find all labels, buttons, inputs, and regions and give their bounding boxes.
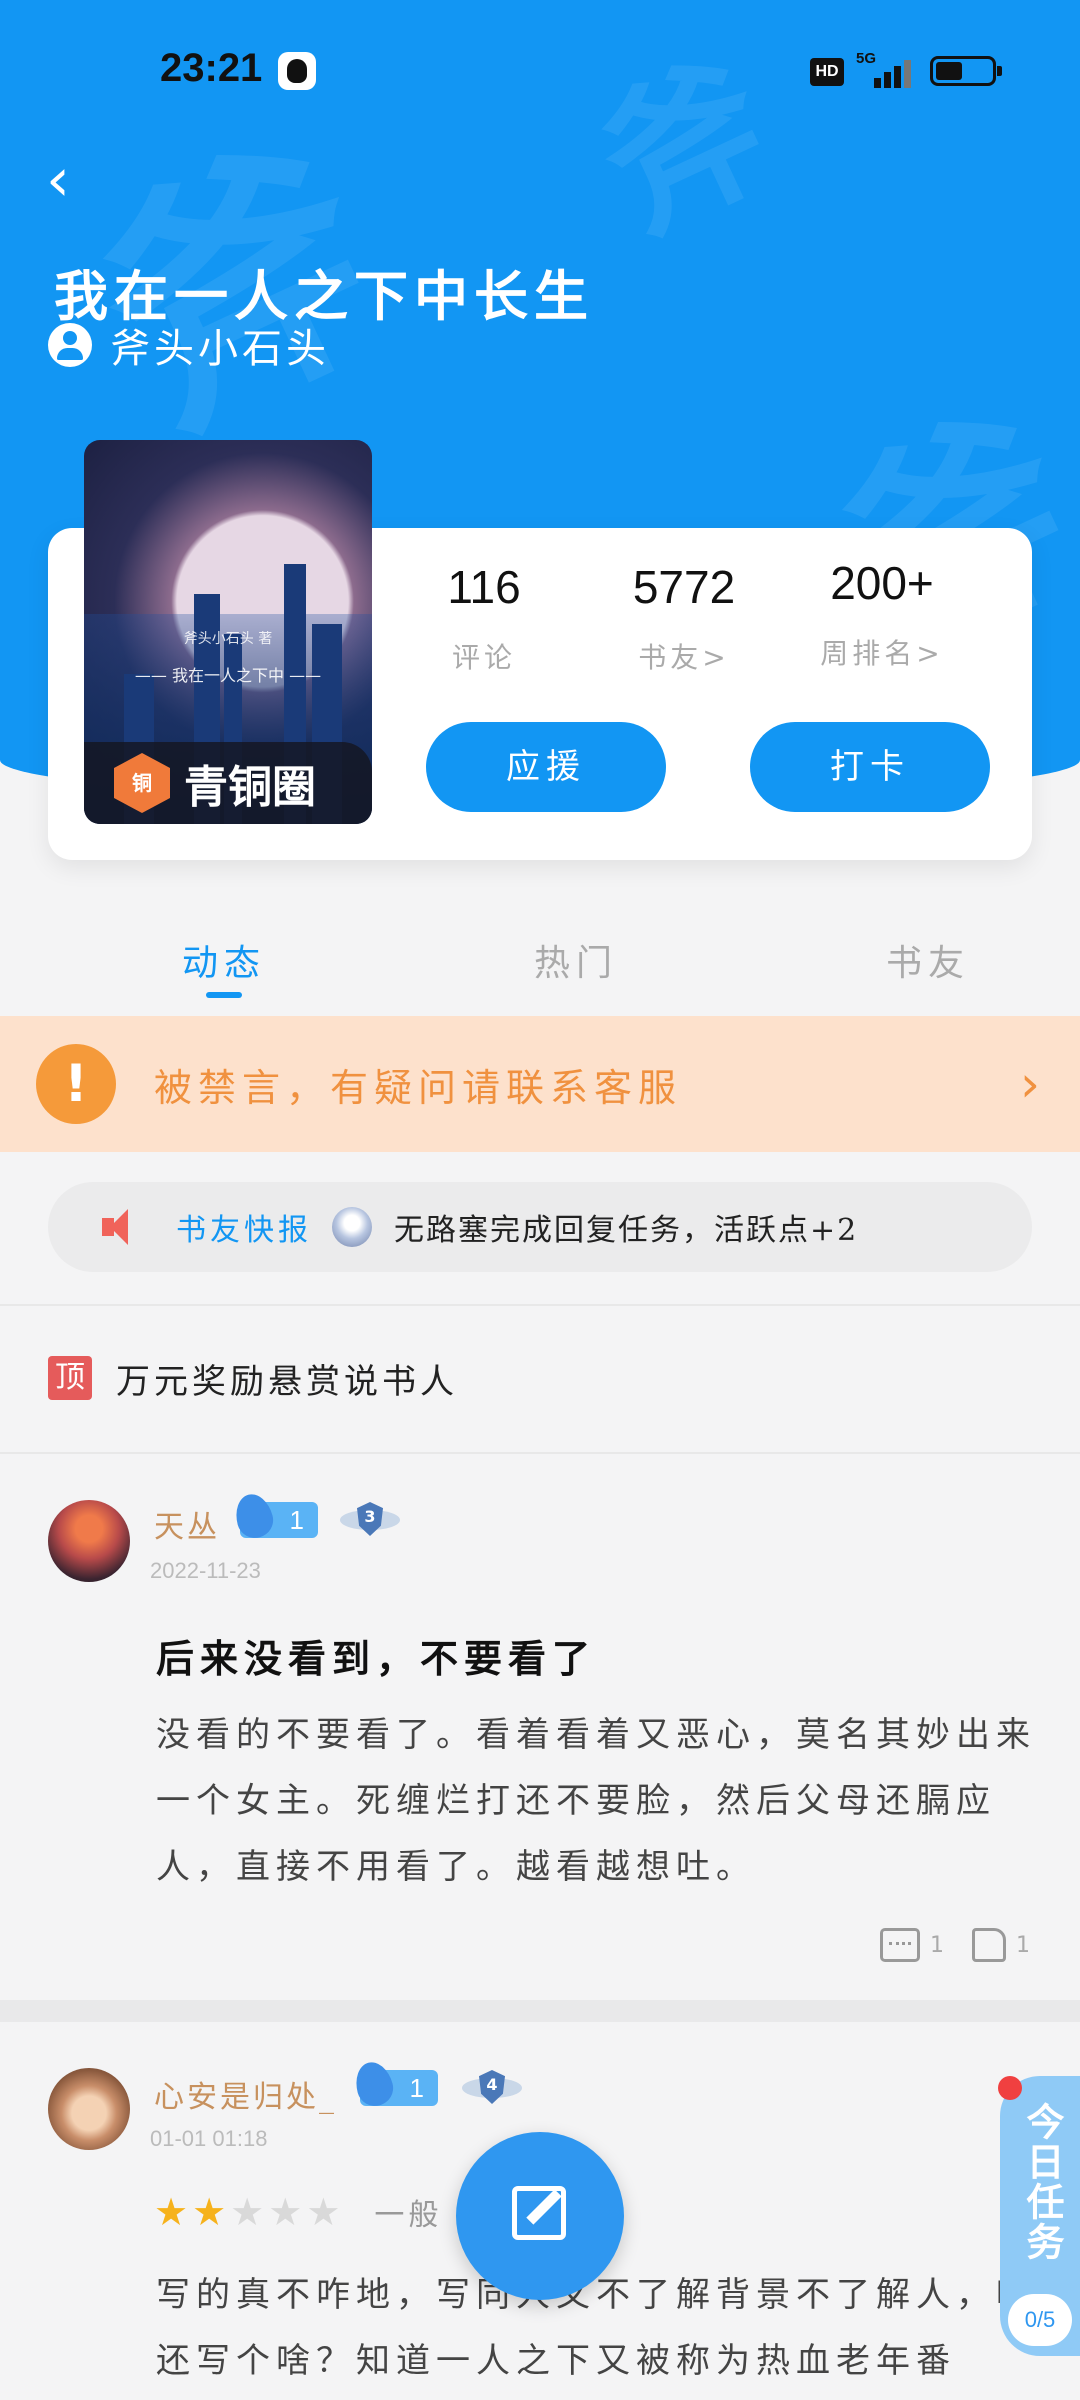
compose-button[interactable] <box>456 2132 624 2300</box>
news-text: 无路塞完成回复任务，活跃点+2 <box>394 1213 859 1248</box>
stat-label: 周排名> <box>820 637 944 670</box>
chevron-right-icon: › <box>1020 1055 1040 1113</box>
tab-bar: 动态 热门 书友 <box>0 920 1080 1020</box>
daily-task-label: 今日任务 <box>1020 2102 1064 2262</box>
stat-comments[interactable]: 116 评论 <box>384 560 584 676</box>
circle-badge[interactable]: 铜 青铜圈 <box>84 742 372 824</box>
comment-count: 1 <box>930 1932 944 1958</box>
qq-notification-icon <box>278 52 316 90</box>
rating-stars: ★ ★ ★ ★ ★ 一般 <box>154 2190 442 2234</box>
ban-notice[interactable]: ! 被禁言，有疑问请联系客服 › <box>0 1016 1080 1152</box>
avatar <box>332 1207 372 1247</box>
like-count: 1 <box>1016 1932 1030 1958</box>
stat-label: 评论 <box>451 641 516 674</box>
daily-task-count: 0/5 <box>1008 2294 1072 2346</box>
fire-level-badge: 1 <box>360 2070 438 2106</box>
battery-icon <box>930 56 1002 86</box>
notification-dot <box>998 2076 1022 2100</box>
stat-value: 116 <box>447 561 521 613</box>
status-time: 23:21 <box>160 46 263 90</box>
ban-notice-text: 被禁言，有疑问请联系客服 <box>154 1065 683 1110</box>
post-title[interactable]: 后来没看到，不要看了 <box>156 1628 596 1683</box>
post-body[interactable]: 写的真不咋地，写同人又不了解背景不了解人，哪还写个啥？知道一人之下又被称为热血老… <box>156 2262 1036 2394</box>
star-icon: ★ <box>230 2190 265 2234</box>
username[interactable]: 心安是归处_ <box>154 2072 337 2116</box>
rating-label: 一般 <box>374 2198 443 2233</box>
comment-icon[interactable] <box>880 1928 920 1962</box>
bronze-medal-icon: 铜 <box>114 753 170 813</box>
stat-weekly-rank[interactable]: 200+ 周排名> <box>782 556 982 672</box>
stat-book-friends[interactable]: 5772 书友> <box>584 560 784 676</box>
username[interactable]: 天丛 <box>154 1502 220 1546</box>
shield-level: 4 <box>479 2070 505 2104</box>
shield-level: 3 <box>357 1502 383 1536</box>
stat-value: 200+ <box>830 557 934 609</box>
tab-hot[interactable]: 热门 <box>476 934 676 986</box>
user-icon <box>48 323 92 367</box>
star-icon: ★ <box>268 2190 303 2234</box>
tab-indicator <box>206 992 242 998</box>
stat-label: 书友> <box>638 641 730 674</box>
tab-activity[interactable]: 动态 <box>124 934 324 986</box>
support-button[interactable]: 应援 <box>426 722 666 812</box>
avatar[interactable] <box>48 1500 130 1582</box>
stat-value: 5772 <box>632 561 736 613</box>
thumbs-up-icon[interactable] <box>972 1928 1006 1962</box>
author-link[interactable]: 斧头小石头 <box>48 320 330 372</box>
divider <box>0 1452 1080 1454</box>
pinned-tag: 顶 <box>48 1356 92 1400</box>
level-shield-icon: 4 <box>462 2068 522 2108</box>
news-tag: 书友快报 <box>176 1213 312 1248</box>
news-ticker[interactable]: 书友快报 无路塞完成回复任务，活跃点+2 <box>48 1182 1032 1272</box>
checkin-button[interactable]: 打卡 <box>750 722 990 812</box>
star-icon: ★ <box>192 2190 227 2234</box>
network-label: 5G <box>856 50 877 67</box>
level-shield-icon: 3 <box>340 1500 400 1540</box>
hd-icon: HD <box>810 58 844 86</box>
warning-icon: ! <box>36 1044 116 1124</box>
author-name: 斧头小石头 <box>110 326 330 372</box>
status-bar: 23:21 HD 5G <box>0 0 1080 140</box>
post-actions: 1 1 <box>880 1920 1030 1970</box>
chevron-left-icon[interactable]: ‹ <box>46 150 86 210</box>
pinned-post[interactable]: 顶 万元奖励悬赏说书人 <box>48 1354 458 1402</box>
star-icon: ★ <box>154 2190 189 2234</box>
post-date: 2022-11-23 <box>150 1558 261 1583</box>
section-gap <box>0 2000 1080 2022</box>
edit-icon <box>512 2186 566 2240</box>
signal-icon: 5G <box>856 50 916 90</box>
divider <box>0 1304 1080 1306</box>
fire-level-badge: 1 <box>240 1502 318 1538</box>
cover-author: 斧头小石头 著 <box>183 631 273 647</box>
badge-label: 青铜圈 <box>184 762 316 813</box>
pinned-title: 万元奖励悬赏说书人 <box>116 1361 458 1402</box>
cover-title: —— 我在一人之下中 —— <box>134 666 322 685</box>
post-date: 01-01 01:18 <box>150 2126 268 2151</box>
star-icon: ★ <box>306 2190 341 2234</box>
avatar[interactable] <box>48 2068 130 2150</box>
tab-book-friends[interactable]: 书友 <box>828 934 1028 986</box>
speaker-icon <box>102 1209 142 1245</box>
post-body[interactable]: 没看的不要看了。看着看着又恶心，莫名其妙出来一个女主。死缠烂打还不要脸，然后父母… <box>156 1702 1036 1900</box>
